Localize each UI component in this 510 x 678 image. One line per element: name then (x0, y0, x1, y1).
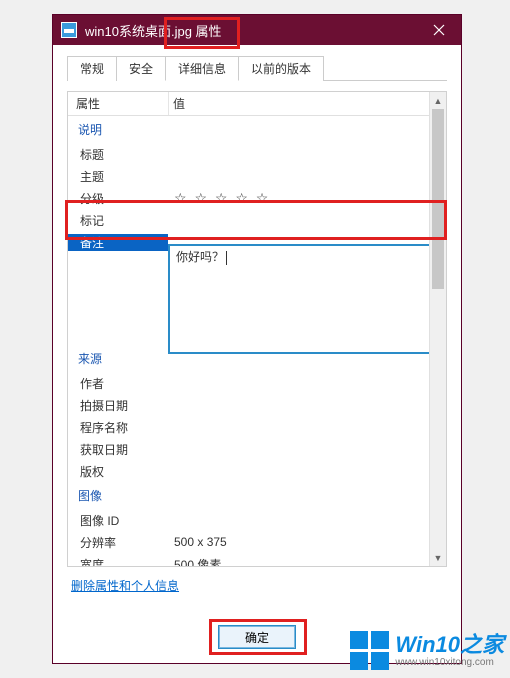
row-image-id[interactable]: 图像 ID (68, 509, 429, 531)
close-icon (433, 24, 445, 36)
rating-stars-icon[interactable]: ☆ ☆ ☆ ☆ ☆ (168, 190, 429, 207)
dialog-content: 常规 安全 详细信息 以前的版本 属性 值 说明 标题 主题 分级☆ ☆ ☆ ☆… (53, 45, 461, 611)
close-button[interactable] (417, 15, 461, 45)
row-author[interactable]: 作者 (68, 372, 429, 394)
text-caret-icon (226, 251, 227, 265)
comments-edit-value: 你好吗？ (176, 250, 224, 264)
tab-details[interactable]: 详细信息 (165, 56, 239, 81)
button-bar: 确定 (53, 611, 461, 663)
scroll-up-icon[interactable]: ▲ (430, 92, 446, 109)
row-subject[interactable]: 主题 (68, 165, 429, 187)
file-image-icon (61, 22, 77, 38)
grid-header-property[interactable]: 属性 (68, 95, 168, 112)
group-description: 说明 (68, 116, 429, 143)
row-acquired[interactable]: 获取日期 (68, 438, 429, 460)
scroll-down-icon[interactable]: ▼ (430, 549, 446, 566)
tab-previous-versions[interactable]: 以前的版本 (238, 56, 324, 81)
window-title: win10系统桌面.jpg 属性 (85, 21, 417, 40)
properties-dialog: win10系统桌面.jpg 属性 常规 安全 详细信息 以前的版本 属性 值 说… (52, 14, 462, 664)
tab-security[interactable]: 安全 (116, 56, 166, 81)
row-rating[interactable]: 分级☆ ☆ ☆ ☆ ☆ (68, 187, 429, 209)
comments-edit-area[interactable]: 你好吗？ ▴ ▾ (168, 244, 429, 354)
link-row: 删除属性和个人信息 (67, 567, 447, 594)
grid-header-value[interactable]: 值 (168, 92, 429, 115)
details-grid: 属性 值 说明 标题 主题 分级☆ ☆ ☆ ☆ ☆ 标记 备注 来源 作者 拍摄… (67, 91, 447, 567)
row-title[interactable]: 标题 (68, 143, 429, 165)
row-copyright[interactable]: 版权 (68, 460, 429, 482)
row-program[interactable]: 程序名称 (68, 416, 429, 438)
ok-button[interactable]: 确定 (218, 625, 296, 649)
scroll-thumb[interactable] (432, 109, 444, 289)
row-shot-date[interactable]: 拍摄日期 (68, 394, 429, 416)
group-image: 图像 (68, 482, 429, 509)
vertical-scrollbar[interactable]: ▲ ▼ (429, 92, 446, 566)
titlebar[interactable]: win10系统桌面.jpg 属性 (53, 15, 461, 45)
tab-strip: 常规 安全 详细信息 以前的版本 (67, 55, 447, 81)
row-dimensions[interactable]: 分辨率500 x 375 (68, 531, 429, 553)
remove-properties-link[interactable]: 删除属性和个人信息 (71, 579, 179, 593)
grid-header: 属性 值 (68, 92, 429, 116)
tab-general[interactable]: 常规 (67, 56, 117, 81)
row-width[interactable]: 宽度500 像素 (68, 553, 429, 566)
row-tags[interactable]: 标记 (68, 209, 429, 231)
